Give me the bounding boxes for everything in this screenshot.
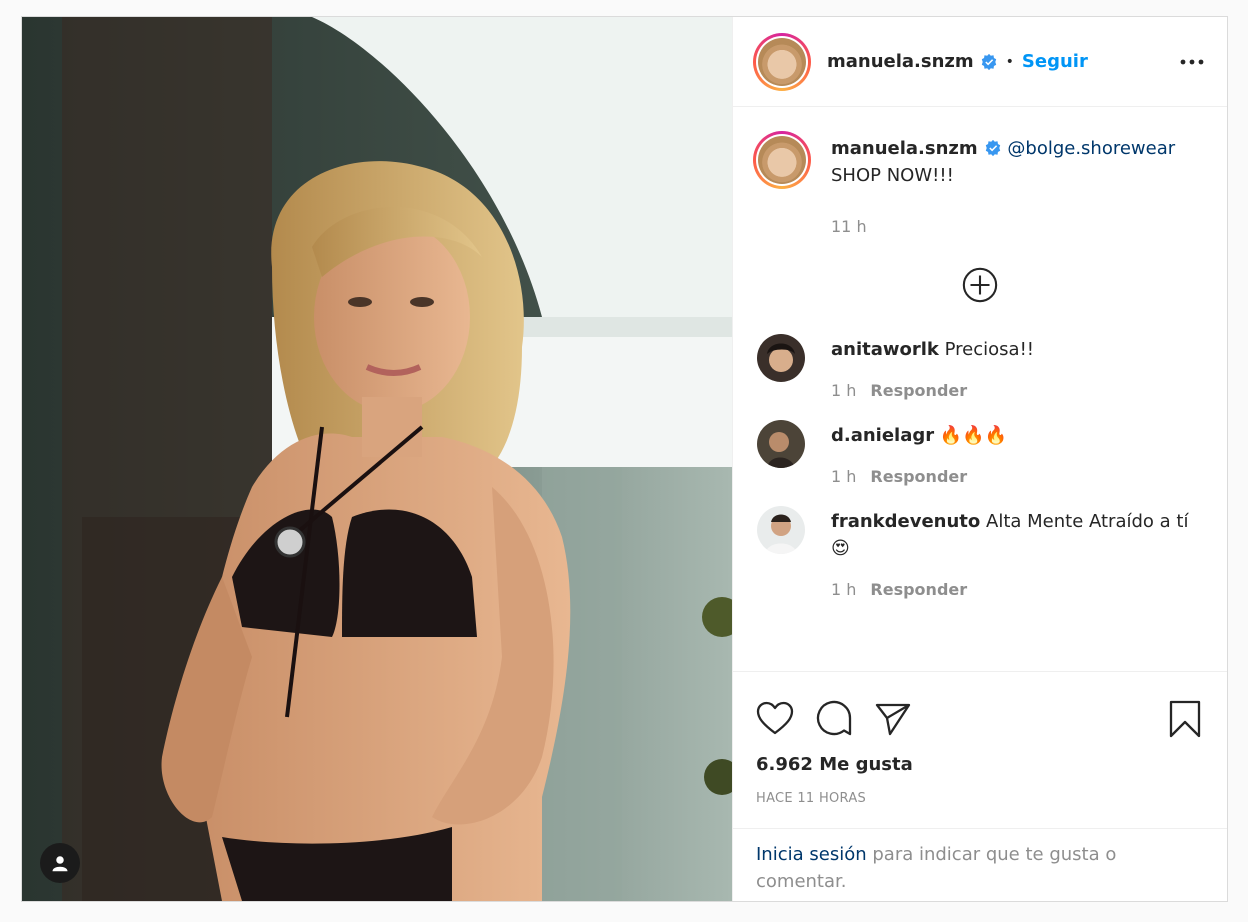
comments-area[interactable]: manuela.snzm @bolge.shorewear SHOP NOW!!…: [733, 107, 1227, 671]
post-photo[interactable]: [22, 17, 732, 901]
action-bar: [733, 672, 1227, 748]
post-side-panel: manuela.snzm • Seguir manuela.snzm @bolg…: [732, 17, 1227, 901]
comment-item: d.anielagr 🔥🔥🔥 1 h Responder: [753, 420, 1207, 486]
comment-username[interactable]: d.anielagr: [831, 425, 934, 446]
more-options-icon[interactable]: [1177, 52, 1207, 72]
photo-scene: [22, 17, 732, 901]
caption-mention-link[interactable]: @bolge.shorewear: [1007, 138, 1175, 159]
comment-time: 1 h: [831, 580, 857, 599]
commenter-avatar[interactable]: [757, 334, 805, 382]
user-tag-button[interactable]: [40, 843, 80, 883]
verified-badge-icon: [984, 139, 1002, 157]
reply-button[interactable]: Responder: [870, 467, 967, 486]
comment-icon[interactable]: [814, 699, 854, 739]
comment-time: 1 h: [831, 381, 857, 400]
comment-time: 1 h: [831, 467, 857, 486]
likes-count[interactable]: 6.962 Me gusta: [733, 748, 1227, 775]
comment-text: 🔥🔥🔥: [939, 425, 1008, 446]
load-more-comments-icon[interactable]: [961, 266, 999, 304]
post-header: manuela.snzm • Seguir: [733, 17, 1227, 107]
comment-username[interactable]: anitaworlk: [831, 339, 939, 360]
author-username[interactable]: manuela.snzm: [827, 51, 974, 72]
reply-button[interactable]: Responder: [870, 381, 967, 400]
caption-time: 11 h: [831, 217, 867, 236]
reply-button[interactable]: Responder: [870, 580, 967, 599]
caption-text: manuela.snzm @bolge.shorewear SHOP NOW!!…: [831, 131, 1175, 189]
caption: manuela.snzm @bolge.shorewear SHOP NOW!!…: [753, 131, 1207, 189]
like-heart-icon[interactable]: [755, 699, 795, 739]
commenter-avatar[interactable]: [757, 506, 805, 554]
comment-item: anitaworlk Preciosa!! 1 h Responder: [753, 334, 1207, 400]
comment-text: Preciosa!!: [944, 339, 1035, 360]
commenter-avatar[interactable]: [757, 420, 805, 468]
login-link[interactable]: Inicia sesión: [756, 844, 867, 865]
post-actions-section: 6.962 Me gusta HACE 11 HORAS Inicia sesi…: [733, 671, 1227, 901]
caption-author-avatar[interactable]: [753, 131, 811, 189]
share-icon[interactable]: [873, 699, 913, 739]
follow-button[interactable]: Seguir: [1022, 51, 1088, 72]
caption-body: SHOP NOW!!!: [831, 165, 954, 186]
user-tag-icon: [52, 856, 68, 872]
author-avatar[interactable]: [753, 32, 811, 91]
save-bookmark-icon[interactable]: [1165, 699, 1205, 739]
post-timestamp: HACE 11 HORAS: [756, 791, 867, 806]
header-separator: •: [1005, 53, 1014, 70]
instagram-post: manuela.snzm • Seguir manuela.snzm @bolg…: [21, 16, 1228, 902]
caption-username[interactable]: manuela.snzm: [831, 138, 978, 159]
load-more-comments[interactable]: [753, 266, 1207, 304]
comment-username[interactable]: frankdevenuto: [831, 511, 980, 532]
login-prompt: Inicia sesión para indicar que te gusta …: [733, 828, 1227, 901]
comment-item: frankdevenuto Alta Mente Atraído a tí 😍 …: [753, 506, 1207, 599]
verified-badge-icon: [980, 53, 998, 71]
